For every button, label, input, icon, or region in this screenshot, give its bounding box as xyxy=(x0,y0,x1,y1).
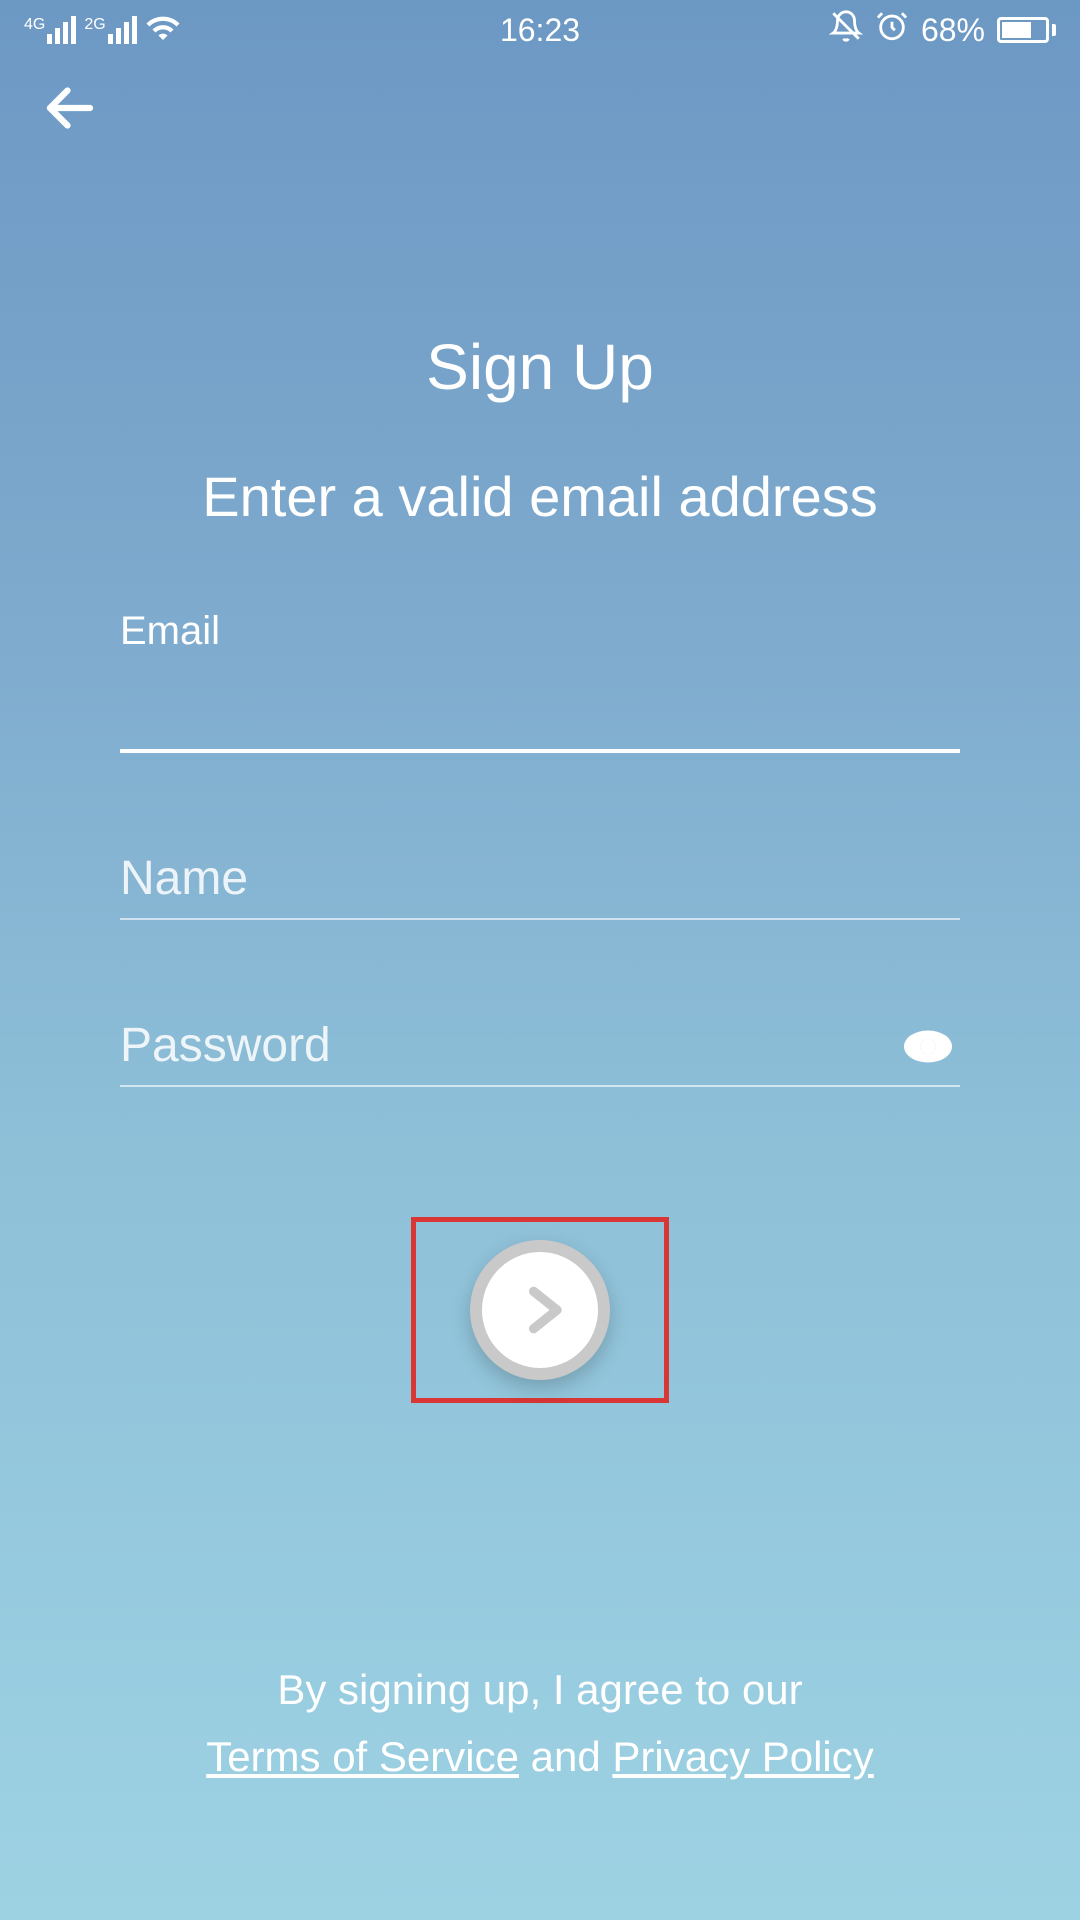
email-label: Email xyxy=(120,609,960,654)
terms-of-service-link[interactable]: Terms of Service xyxy=(206,1733,519,1780)
battery-percent: 68% xyxy=(921,12,985,49)
form-fields: Email xyxy=(120,609,960,1177)
name-field-group xyxy=(120,843,960,920)
back-button[interactable] xyxy=(40,78,100,143)
highlight-box xyxy=(411,1217,669,1403)
wifi-icon xyxy=(145,10,181,51)
footer-agree-text: By signing up, I agree to our xyxy=(0,1656,1080,1723)
password-field-group xyxy=(120,1010,960,1087)
footer: By signing up, I agree to our Terms of S… xyxy=(0,1656,1080,1790)
alarm-icon xyxy=(875,9,909,51)
privacy-policy-link[interactable]: Privacy Policy xyxy=(612,1733,873,1780)
network-label-2: 2G xyxy=(84,16,105,34)
battery-icon xyxy=(997,17,1056,43)
password-input[interactable] xyxy=(120,1010,960,1087)
email-input[interactable] xyxy=(120,670,960,753)
name-input[interactable] xyxy=(120,843,960,920)
submit-area xyxy=(411,1217,669,1403)
footer-and-text: and xyxy=(531,1733,613,1780)
main-content: Sign Up Enter a valid email address Emai… xyxy=(0,330,1080,1403)
signal-indicator-2: 2G xyxy=(84,16,136,44)
email-field-group: Email xyxy=(120,609,960,753)
page-title: Sign Up xyxy=(426,330,654,404)
toggle-password-visibility-button[interactable] xyxy=(904,1028,952,1069)
bell-mute-icon xyxy=(829,9,863,51)
eye-icon xyxy=(904,1028,952,1064)
submit-button[interactable] xyxy=(470,1240,610,1380)
status-left: 4G 2G xyxy=(24,10,181,51)
chevron-right-icon xyxy=(515,1282,571,1338)
status-time: 16:23 xyxy=(500,12,580,49)
signal-indicator-1: 4G xyxy=(24,16,76,44)
arrow-left-icon xyxy=(40,78,100,138)
status-bar: 4G 2G 16:23 68% xyxy=(0,0,1080,60)
network-label-1: 4G xyxy=(24,16,45,34)
status-right: 68% xyxy=(829,9,1056,51)
page-subtitle: Enter a valid email address xyxy=(202,464,877,529)
